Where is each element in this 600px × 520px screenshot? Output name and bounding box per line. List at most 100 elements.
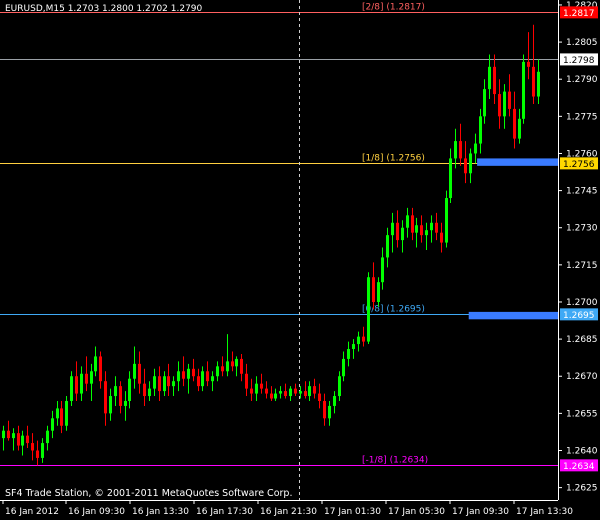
candle-body [342,358,345,377]
x-tick-label: 17 Jan 09:30 [452,507,509,517]
candle-body [60,408,63,426]
price-chart[interactable]: [2/8] (1.2817) [1/8] (1.2756) [0/8] (1.269… [0,0,600,520]
candle-body [518,118,521,139]
candle-body [2,430,5,439]
candle-body [483,89,486,117]
candle-body [167,376,170,387]
candle-body [163,376,166,392]
candle-body [391,222,394,236]
candle-body [323,400,326,419]
candle-body [41,443,44,458]
candle-body [17,433,20,446]
candle-body [454,141,457,159]
candle-body [7,430,10,439]
x-tick-label: 16 Jan 21:30 [260,507,317,517]
candle-body [381,257,384,283]
candle-body [109,396,112,414]
level-label: [0/8] (1.2695) [362,305,425,315]
y-tick-label: 1.2790 [566,75,598,85]
level-price-tag-text: 1.2817 [563,9,595,19]
candle-body [284,391,287,397]
candle-body [211,376,214,382]
candle-body [235,358,238,367]
candle-body [255,383,258,394]
candle-body [12,433,15,439]
candle-body [508,91,511,109]
sd-zone [468,311,558,320]
candle-body [206,371,209,382]
x-tick-label: 16 Jan 13:30 [132,507,189,517]
candle-body [425,230,428,236]
copyright-footer: SF4 Trade Station, © 2001-2011 MetaQuote… [5,488,293,499]
candle-body [226,361,229,372]
candle-body [138,363,141,384]
level-price-tag-text: 1.2695 [563,311,595,321]
candle-body [94,356,97,372]
candle-body [498,94,501,117]
candle-body [406,215,409,228]
candle-body [201,371,204,387]
y-tick-label: 1.2625 [566,484,598,494]
candle-body [513,108,516,139]
candle-body [143,383,146,397]
candle-body [51,418,54,431]
candle-body [128,378,131,401]
candle-body [80,373,83,394]
candle-body [270,393,273,399]
current-price-tag-text: 1.2798 [563,56,595,66]
candle-body [172,381,175,387]
candle-body [537,71,540,97]
candle-body [31,443,34,451]
candle-body [192,368,195,377]
x-tick-label: 17 Jan 13:30 [516,507,573,517]
y-tick-label: 1.2655 [566,409,598,419]
candle-body [338,376,341,397]
candle-body [65,400,68,426]
candle-body [299,391,302,394]
candle-body [21,435,24,446]
y-tick-label: 1.2670 [566,372,598,382]
candle-body [527,61,530,67]
sd-zone [477,158,558,166]
candle-body [148,388,151,397]
candle-body [133,363,136,379]
candle-body [440,232,443,243]
candle-body [377,282,380,302]
candle-body [313,386,316,394]
candle-body [435,222,438,233]
candle-body [36,450,39,458]
candle-body [245,373,248,389]
candle-body [182,371,185,379]
candle-body [153,376,156,389]
candle-body [420,225,423,236]
candle-body [333,396,336,406]
y-tick-label: 1.2700 [566,298,598,308]
candle-body [240,358,243,374]
chart-area[interactable]: [2/8] (1.2817) [1/8] (1.2756) [0/8] (1.269… [0,0,600,520]
candle-body [221,366,224,372]
candle-body [430,222,433,231]
y-tick-label: 1.2730 [566,224,598,234]
chart-title: EURUSD,M15 1.2703 1.2800 1.2702 1.2790 [5,4,203,14]
candle-body [396,222,399,241]
candle-body [56,408,59,419]
candle-body [449,158,452,199]
candle-body [75,376,78,394]
candle-body [372,277,375,302]
candle-body [464,158,467,174]
candle-body [26,435,29,444]
candle-body [503,91,506,117]
candle-body [250,388,253,394]
candle-body [260,383,263,389]
candle-body [231,361,234,367]
level-price-tag-text: 1.2756 [563,160,595,170]
candle-body [474,143,477,154]
candle-body [352,344,355,350]
candle-body [265,388,268,394]
x-tick-label: 16 Jan 2012 [5,507,59,517]
candle-body [294,388,297,394]
level-label: [1/8] (1.2756) [362,154,425,164]
candle-body [318,393,321,401]
candle-body [70,376,73,401]
level-label: [-1/8] (1.2634) [362,456,428,466]
